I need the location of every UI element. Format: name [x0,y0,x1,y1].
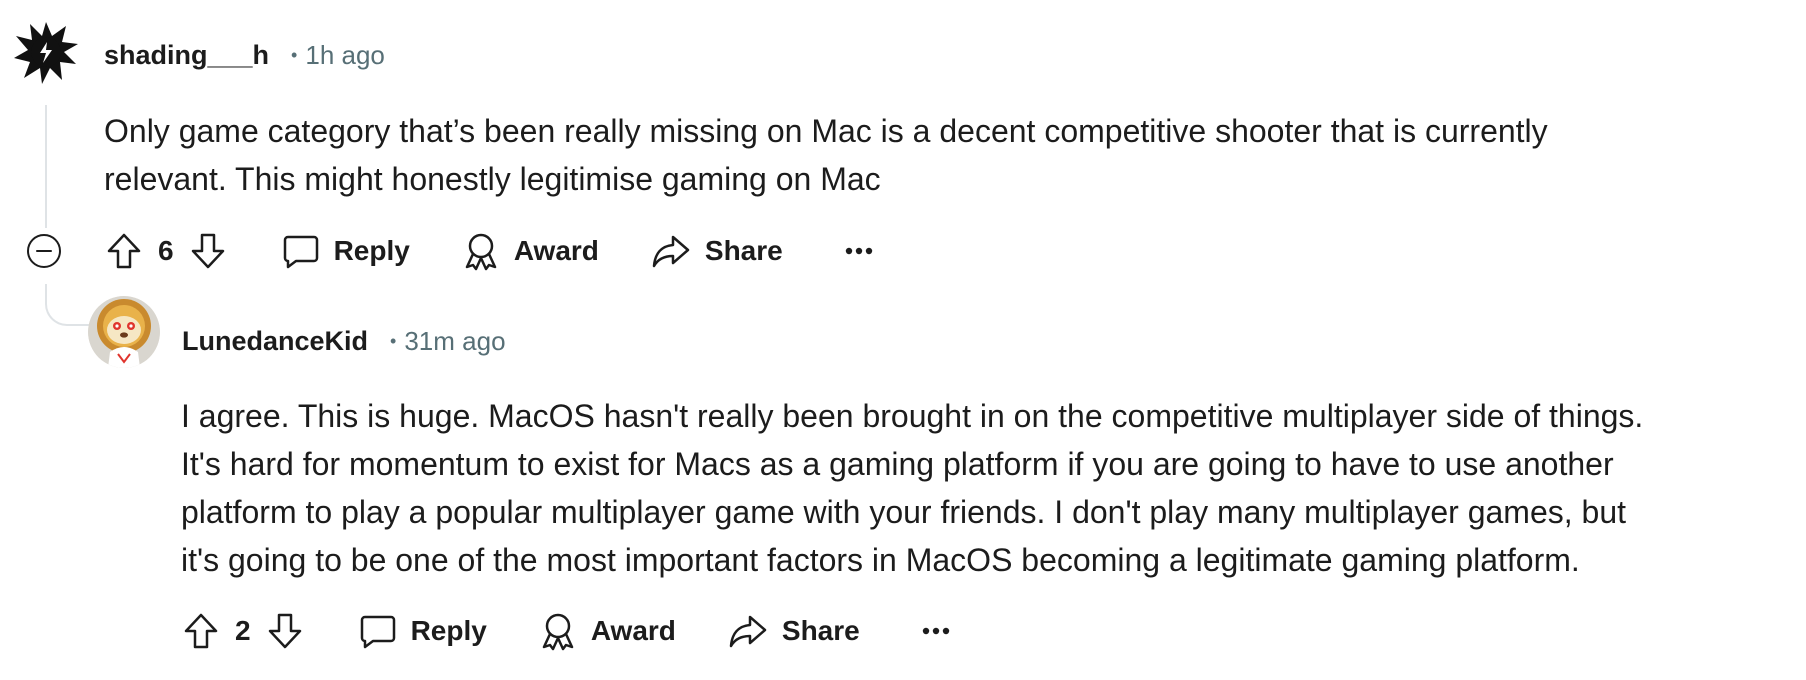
award-label: Award [590,615,676,646]
share-button[interactable]: Share [728,612,860,650]
downvote-button[interactable] [265,611,305,651]
reply-label: Reply [333,235,410,266]
upvote-button[interactable] [181,611,221,651]
timestamp[interactable]: 31m ago [404,326,505,357]
upvote-button[interactable] [104,231,144,271]
downvote-button[interactable] [188,231,228,271]
upvote-arrow-icon [184,613,218,649]
comment-text-line: platform to play a popular multiplayer g… [181,494,1627,530]
comment-text-line: It's hard for momentum to exist for Macs… [181,446,1614,482]
lion-snoo-avatar-icon [88,296,160,368]
black-splash-avatar-icon [12,18,80,86]
meta-separator: • [291,44,298,65]
reply-button[interactable]: Reply [359,612,487,650]
comment-thread: shading___h • 1h ago Only game category … [0,0,1806,680]
upvote-arrow-icon [107,233,141,269]
collapse-thread-button[interactable] [26,233,62,269]
vote-control: 2 [181,611,305,651]
award-ribbon-icon [465,233,497,271]
ellipsis-icon [922,627,949,635]
comment-meta: LunedanceKid • 31m ago [182,322,506,360]
more-options-button[interactable] [922,611,950,651]
comment-text-line: it's going to be one of the most importa… [181,542,1580,578]
vote-score: 6 [158,235,174,266]
comment-body: I agree. This is huge. MacOS hasn't real… [181,392,1643,584]
collapse-minus-icon [27,234,61,268]
thread-line-branch[interactable] [45,284,90,326]
comment-text-line: relevant. This might honestly legitimise… [104,161,881,197]
share-arrow-icon [729,615,767,648]
username[interactable]: shading___h [104,40,269,71]
downvote-arrow-icon [268,613,301,649]
downvote-arrow-icon [191,233,224,269]
share-button[interactable]: Share [651,232,783,270]
share-label: Share [781,615,860,646]
comment-body: Only game category that’s been really mi… [104,107,1548,203]
speech-bubble-icon [283,235,318,269]
award-ribbon-icon [542,613,574,651]
speech-bubble-icon [360,615,395,649]
vote-score: 2 [235,615,251,646]
thread-line[interactable] [45,105,47,228]
ellipsis-icon [845,247,872,255]
comment-meta: shading___h • 1h ago [104,36,385,74]
timestamp[interactable]: 1h ago [305,40,385,71]
share-arrow-icon [652,235,690,268]
username[interactable]: LunedanceKid [182,326,368,357]
avatar[interactable] [12,18,80,86]
vote-control: 6 [104,231,228,271]
more-options-button[interactable] [845,231,873,271]
reply-label: Reply [410,615,487,646]
award-button[interactable]: Award [462,231,599,271]
comment-action-bar: 2 Reply Award Share [181,606,950,656]
avatar[interactable] [88,296,160,368]
share-label: Share [704,235,783,266]
comment-action-bar: 6 Reply Award Share [26,226,873,276]
meta-separator: • [390,330,397,351]
comment-text-line: Only game category that’s been really mi… [104,113,1548,149]
award-button[interactable]: Award [539,611,676,651]
award-label: Award [513,235,599,266]
comment-text-line: I agree. This is huge. MacOS hasn't real… [181,398,1644,434]
reply-button[interactable]: Reply [282,232,410,270]
